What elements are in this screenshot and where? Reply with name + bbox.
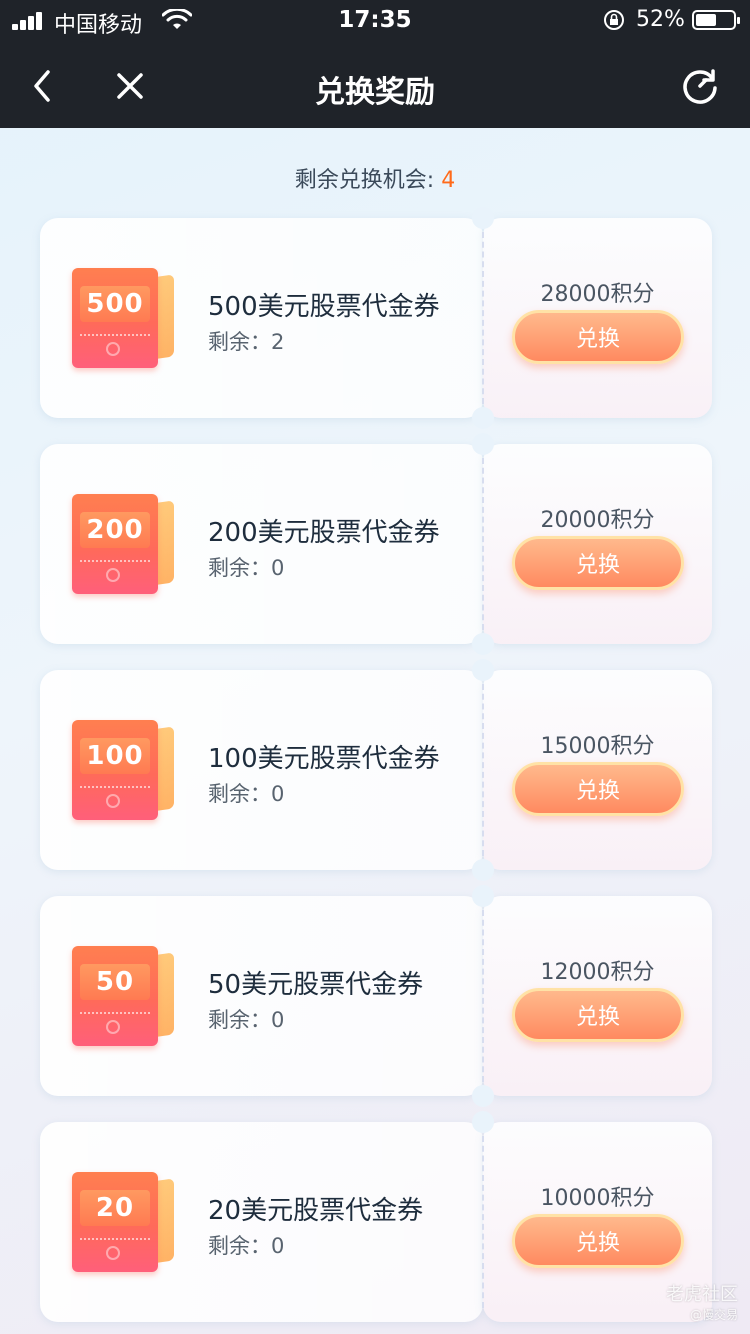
redeem-button[interactable]: 兑换 [512,762,684,816]
reward-title: 20美元股票代金券 [208,1196,424,1226]
reward-card: 100 100美元股票代金券 剩余：0 15000积分 兑换 [40,659,712,881]
nav-bar: 兑换奖励 [0,44,750,128]
reward-card: 500 500美元股票代金券 剩余：2 28000积分 兑换 [40,207,712,429]
reward-points: 28000积分 [540,282,655,307]
coupon-ticket-icon: 50 [72,946,178,1050]
coupon-ticket-icon: 20 [72,1172,178,1276]
watermark-main: 老虎社区 [666,1284,738,1305]
redeem-button[interactable]: 兑换 [512,1214,684,1268]
coupon-badge: 50 [80,964,150,1000]
coupon-ticket-icon: 100 [72,720,178,824]
reward-card: 50 50美元股票代金券 剩余：0 12000积分 兑换 [40,885,712,1107]
reward-title: 500美元股票代金券 [208,292,440,322]
reward-stock: 剩余：0 [208,1234,285,1258]
rotation-lock-icon [604,10,624,30]
coupon-ticket-icon: 500 [72,268,178,372]
redeem-button[interactable]: 兑换 [512,310,684,364]
reward-title: 100美元股票代金券 [208,744,440,774]
reward-title: 50美元股票代金券 [208,970,424,1000]
redeem-button[interactable]: 兑换 [512,988,684,1042]
remaining-label: 剩余兑换机会: [294,168,442,193]
top-bar: 中国移动 17:35 52% 兑换奖励 [0,0,750,128]
page-title: 兑换奖励 [315,75,435,110]
reward-stock: 剩余：0 [208,782,285,806]
reward-stock: 剩余：0 [208,556,285,580]
reward-points: 12000积分 [540,960,655,985]
reward-points: 10000积分 [540,1186,655,1211]
watermark-sub: @慢交易 [689,1308,738,1322]
battery-percent: 52% [636,7,685,32]
watermark: 老虎社区 @慢交易 [666,1280,738,1323]
reward-card: 20 20美元股票代金券 剩余：0 10000积分 兑换 [40,1111,712,1322]
reward-card: 200 200美元股票代金券 剩余：0 20000积分 兑换 [40,433,712,655]
reward-points: 15000积分 [540,734,655,759]
coupon-ticket-icon: 200 [72,494,178,598]
status-bar: 中国移动 17:35 52% [0,0,750,40]
reward-title: 200美元股票代金券 [208,518,440,548]
remaining-chances: 剩余兑换机会: 4 [0,162,750,194]
refresh-icon [683,69,717,104]
battery-icon [692,10,740,30]
reward-stock: 剩余：2 [208,330,285,354]
reward-stock: 剩余：0 [208,1008,285,1032]
redeem-button[interactable]: 兑换 [512,536,684,590]
coupon-badge: 200 [80,512,150,548]
remaining-count: 4 [441,168,456,193]
coupon-badge: 500 [80,286,150,322]
refresh-button[interactable] [678,64,722,108]
reward-points: 20000积分 [540,508,655,533]
coupon-badge: 100 [80,738,150,774]
coupon-badge: 20 [80,1190,150,1226]
